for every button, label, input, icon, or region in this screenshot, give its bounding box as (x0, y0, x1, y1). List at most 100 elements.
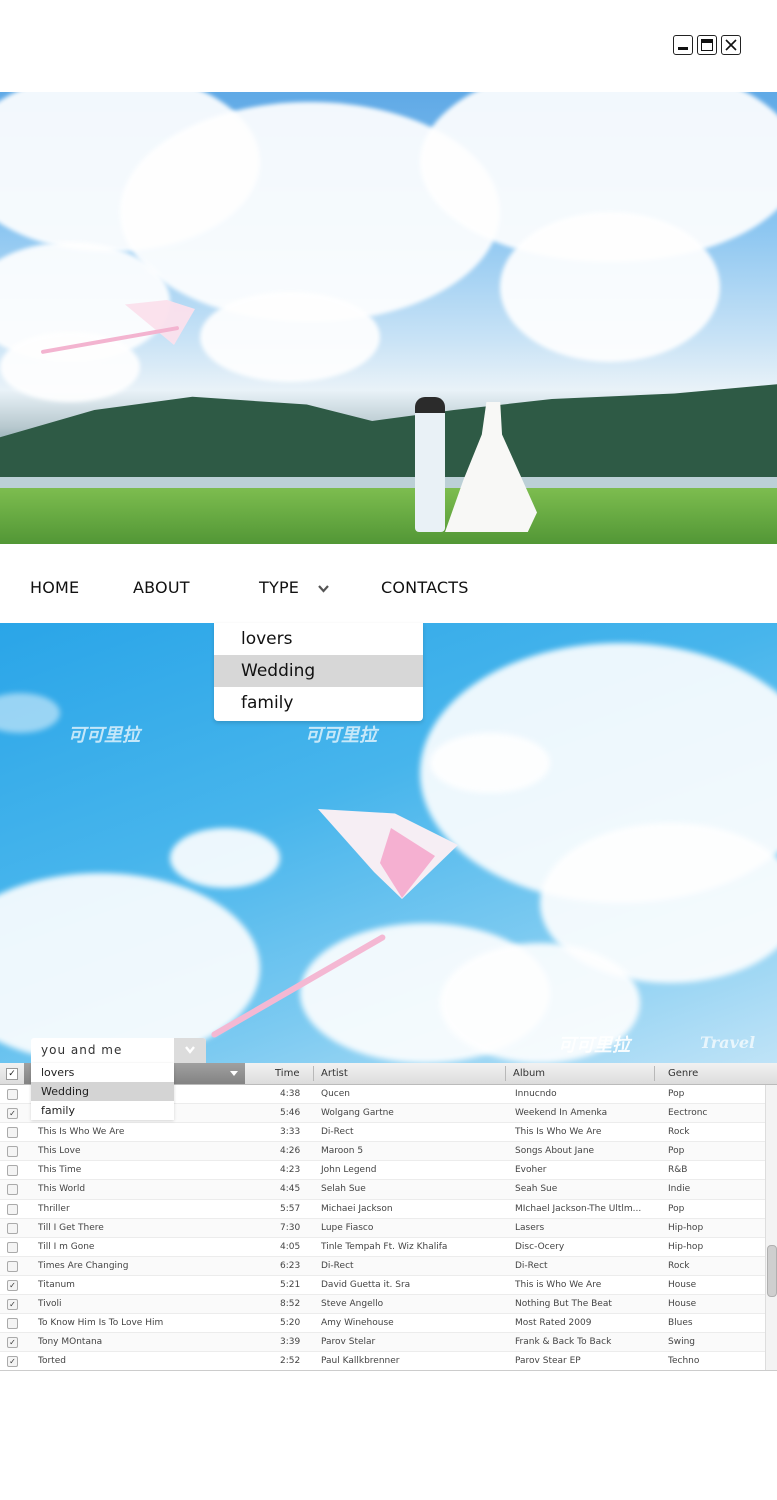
song-genre: Rock (668, 1260, 690, 1271)
maximize-icon[interactable] (697, 35, 717, 55)
song-genre: Swing (668, 1337, 695, 1348)
table-row[interactable]: This Time 4:23 John Legend Evoher R&B (0, 1161, 766, 1181)
combo-value: you and me (41, 1043, 123, 1057)
table-row[interactable]: Till I m Gone 4:05 Tinle Tempah Ft. Wiz Kh… (0, 1238, 766, 1257)
song-time: 4:26 (280, 1146, 301, 1157)
row-checkbox[interactable]: ✓ (7, 1108, 18, 1120)
window-controls (673, 35, 741, 55)
table-row[interactable]: To Know Him Is To Love Him 5:20 Amy Wineho… (0, 1314, 766, 1334)
row-checkbox[interactable]: ✓ (7, 1337, 18, 1349)
row-checkbox[interactable]: ✓ (7, 1279, 18, 1291)
song-genre: Blues (668, 1318, 693, 1329)
song-artist: Parov Stelar (321, 1337, 376, 1348)
table-row[interactable]: Thriller 5:57 Michaei Jackson MIchael Jacks… (0, 1200, 766, 1219)
table-body: 4:38 Qucen Innucndo Pop ✓ 5:46 Wolgang Gartne W… (0, 1085, 766, 1370)
song-album: MIchael Jackson-The Ultlm... (515, 1203, 642, 1214)
song-artist: Di-Rect (321, 1127, 354, 1138)
song-combo-box[interactable]: you and me (31, 1038, 206, 1063)
song-album: Lasers (515, 1222, 545, 1233)
song-time: 4:38 (280, 1089, 301, 1099)
combo-toggle-button[interactable] (174, 1038, 206, 1063)
groom (415, 397, 445, 532)
row-checkbox[interactable] (7, 1260, 18, 1272)
song-title: Tivoli (38, 1299, 62, 1310)
song-title: Times Are Changing (38, 1260, 129, 1271)
nav-about[interactable]: ABOUT (133, 578, 190, 597)
table-row[interactable]: ✓ Tivoli 8:52 Steve Angello Nothing But The … (0, 1295, 766, 1315)
type-option-family[interactable]: family (214, 687, 423, 719)
song-genre: Techno (668, 1356, 700, 1367)
combo-option-wedding[interactable]: Wedding (31, 1082, 174, 1101)
song-album: Seah Sue (515, 1184, 558, 1195)
row-checkbox[interactable] (7, 1165, 18, 1177)
nav-home[interactable]: HOME (30, 578, 79, 597)
song-artist: Steve Angello (321, 1299, 384, 1310)
song-title: Tony MOntana (38, 1337, 103, 1348)
song-album: This is Who We Are (515, 1279, 602, 1290)
song-artist: Selah Sue (321, 1184, 366, 1195)
type-option-wedding[interactable]: Wedding (214, 655, 423, 687)
column-artist[interactable]: Artist (321, 1068, 348, 1079)
row-checkbox[interactable] (7, 1222, 18, 1234)
song-album: Disc-Ocery (515, 1241, 565, 1252)
song-title: This Time (38, 1165, 82, 1176)
column-genre[interactable]: Genre (668, 1068, 698, 1079)
row-checkbox[interactable] (7, 1318, 18, 1330)
column-time[interactable]: Time (275, 1068, 299, 1079)
row-checkbox[interactable]: ✓ (7, 1356, 18, 1368)
table-row[interactable]: Times Are Changing 6:23 Di-Rect Di-Rect Rock (0, 1256, 766, 1276)
song-artist: David Guetta it. Sra (321, 1279, 411, 1290)
song-time: 7:30 (280, 1222, 301, 1233)
song-title: Titanum (38, 1279, 75, 1290)
song-album: Most Rated 2009 (515, 1318, 592, 1329)
song-artist: Tinle Tempah Ft. Wiz Khalifa (321, 1241, 448, 1252)
table-row[interactable]: This Is Who We Are 3:33 Di-Rect This Is Who… (0, 1123, 766, 1143)
row-checkbox[interactable] (7, 1089, 18, 1100)
table-row[interactable]: ✓ Tony MOntana 3:39 Parov Stelar Frank & Bac… (0, 1333, 766, 1353)
song-genre: Eectronc (668, 1108, 708, 1119)
song-album: Evoher (515, 1165, 547, 1176)
song-genre: Rock (668, 1127, 690, 1138)
watermark-logo: 可可里拉 (68, 725, 140, 746)
row-checkbox[interactable]: ✓ (7, 1299, 18, 1311)
song-album: Frank & Back To Back (515, 1337, 612, 1348)
scroll-thumb[interactable] (767, 1245, 777, 1297)
vertical-scrollbar[interactable] (765, 1085, 777, 1370)
song-artist: Amy Winehouse (321, 1318, 394, 1329)
table-row[interactable]: This World 4:45 Selah Sue Seah Sue Indie (0, 1180, 766, 1200)
column-album[interactable]: Album (513, 1068, 545, 1079)
hero-photo (0, 92, 777, 544)
table-row[interactable]: This Love 4:26 Maroon 5 Songs About Jane Pop (0, 1142, 766, 1162)
row-checkbox[interactable] (7, 1127, 18, 1139)
row-checkbox[interactable] (7, 1203, 18, 1215)
close-icon[interactable] (721, 35, 741, 55)
song-time: 5:57 (280, 1203, 301, 1214)
song-time: 3:39 (280, 1337, 301, 1348)
watermark-logo: 可可里拉 (558, 1035, 630, 1056)
table-row[interactable]: ✓ Torted 2:52 Paul Kallkbrenner Parov Stear … (0, 1352, 766, 1370)
table-row[interactable]: ✓ Titanum 5:21 David Guetta it. Sra This is … (0, 1276, 766, 1296)
song-genre: House (668, 1299, 697, 1310)
song-album: Songs About Jane (515, 1146, 595, 1157)
chevron-down-icon[interactable] (318, 585, 329, 593)
table-row[interactable]: Till I Get There 7:30 Lupe Fiasco Lasers Hip… (0, 1218, 766, 1238)
row-checkbox[interactable] (7, 1184, 18, 1196)
song-title: This Love (38, 1146, 81, 1157)
song-artist: Qucen (321, 1089, 350, 1099)
song-artist: Lupe Fiasco (321, 1222, 374, 1233)
type-option-lovers[interactable]: lovers (214, 623, 423, 655)
minimize-icon[interactable] (673, 35, 693, 55)
select-all-checkbox[interactable]: ✓ (6, 1068, 18, 1080)
row-checkbox[interactable] (7, 1241, 18, 1253)
row-checkbox[interactable] (7, 1146, 18, 1158)
song-time: 5:46 (280, 1108, 301, 1119)
nav-contacts[interactable]: CONTACTS (381, 578, 469, 597)
song-genre: Indie (668, 1184, 691, 1195)
nav-type[interactable]: TYPE (259, 578, 299, 597)
combo-option-family[interactable]: family (31, 1101, 174, 1120)
song-artist: Michaei Jackson (321, 1203, 393, 1214)
song-title: Torted (38, 1356, 66, 1367)
song-artist: Di-Rect (321, 1260, 354, 1271)
combo-option-lovers[interactable]: lovers (31, 1063, 174, 1082)
song-title: Till I Get There (38, 1222, 104, 1233)
